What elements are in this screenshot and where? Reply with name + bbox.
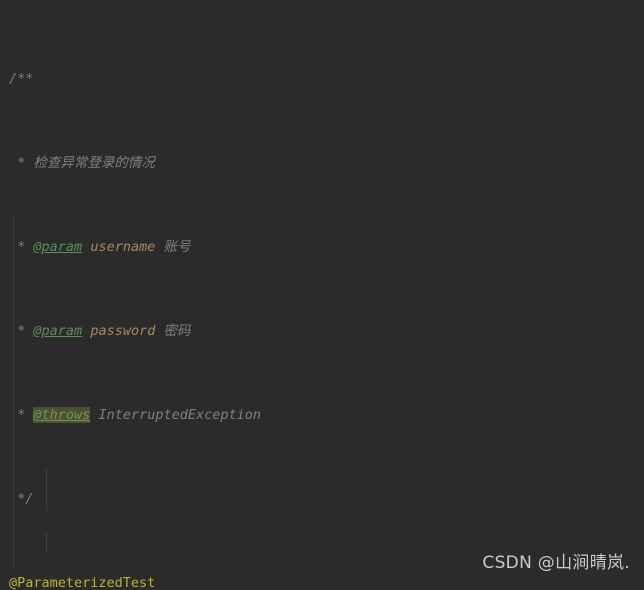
doc-comment-close: */ bbox=[9, 491, 34, 507]
code-line-3: * @param username 账号 bbox=[9, 237, 635, 258]
javadoc-param-username: username bbox=[90, 239, 156, 255]
code-editor-pane[interactable]: /** * 检查异常登录的情况 * @param username 账号 * @… bbox=[0, 0, 644, 590]
doc-comment-description: 检查异常登录的情况 bbox=[33, 155, 155, 171]
doc-comment-star: * bbox=[9, 323, 34, 339]
doc-comment-open: /** bbox=[9, 71, 34, 87]
annotation-parameterized-test[interactable]: @ParameterizedTest bbox=[9, 575, 155, 590]
source-code-block[interactable]: /** * 检查异常登录的情况 * @param username 账号 * @… bbox=[0, 0, 635, 590]
javadoc-tag-param[interactable]: @param bbox=[33, 239, 82, 255]
javadoc-tag-param[interactable]: @param bbox=[33, 323, 82, 339]
javadoc-param-username-desc: 账号 bbox=[163, 239, 191, 255]
code-line-6: */ bbox=[9, 489, 635, 510]
doc-comment-star: * bbox=[9, 155, 34, 171]
code-line-4: * @param password 密码 bbox=[9, 321, 635, 342]
javadoc-tag-throws[interactable]: @throws bbox=[33, 407, 91, 423]
javadoc-param-password: password bbox=[90, 323, 156, 339]
javadoc-throws-type: InterruptedException bbox=[98, 407, 261, 423]
doc-comment-star: * bbox=[9, 407, 34, 423]
code-line-5: * @throws InterruptedException bbox=[9, 405, 635, 426]
code-line-1: /** bbox=[9, 69, 635, 90]
doc-comment-star: * bbox=[9, 239, 34, 255]
code-line-7: @ParameterizedTest bbox=[9, 573, 635, 590]
code-line-2: * 检查异常登录的情况 bbox=[9, 153, 635, 174]
javadoc-param-password-desc: 密码 bbox=[163, 323, 191, 339]
